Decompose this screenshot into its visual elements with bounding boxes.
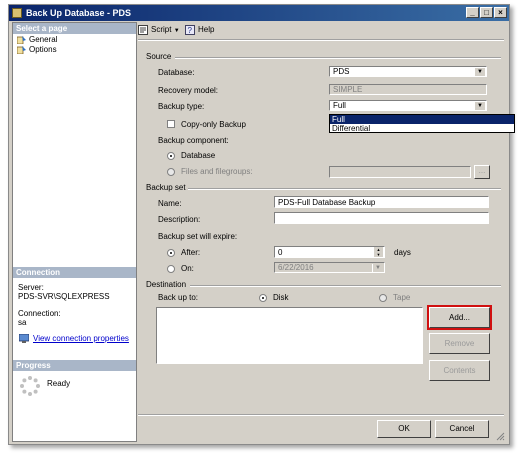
backup-type-label: Backup type: (158, 102, 205, 111)
left-pane: Select a page General Options Connection… (12, 22, 137, 442)
on-date-value: 6/22/2016 (278, 263, 314, 272)
days-unit-label: days (394, 248, 411, 257)
expire-label: Backup set will expire: (158, 232, 238, 241)
ok-button[interactable]: OK (377, 420, 431, 438)
help-button[interactable]: ? Help (185, 24, 214, 36)
destination-divider (190, 285, 501, 287)
stepper-down-icon[interactable]: ▼ (374, 252, 383, 257)
database-select[interactable]: PDS ▼ (329, 66, 487, 77)
recovery-model-field: SIMPLE (329, 84, 487, 95)
dropdown-option-full[interactable]: Full (330, 115, 514, 124)
backup-component-label: Backup component: (158, 136, 229, 145)
backup-set-section-label: Backup set (146, 183, 186, 192)
after-label: After: (181, 248, 201, 257)
remove-button[interactable]: Remove (429, 333, 490, 354)
title-bar: Back Up Database - PDS _ □ × (9, 5, 509, 21)
chevron-down-icon[interactable]: ▼ (474, 68, 485, 76)
server-label: Server: (18, 283, 44, 292)
script-icon (138, 25, 148, 35)
destination-tape-radio[interactable] (379, 294, 387, 302)
database-value: PDS (333, 67, 350, 76)
footer-divider (138, 414, 504, 416)
source-section-label: Source (146, 52, 172, 61)
minimize-button[interactable]: _ (466, 7, 479, 18)
destination-list[interactable] (156, 307, 423, 364)
component-database-radio[interactable] (167, 152, 175, 160)
recovery-model-label: Recovery model: (158, 86, 219, 95)
contents-button[interactable]: Contents (429, 360, 490, 381)
chevron-down-icon: ▼ (173, 28, 180, 34)
chevron-down-icon: ▼ (372, 264, 383, 272)
backup-set-divider (188, 188, 501, 190)
resize-grip-icon[interactable] (495, 431, 505, 441)
script-label: Script (151, 25, 172, 34)
select-page-header: Select a page (13, 23, 136, 34)
component-files-label: Files and filegroups: (181, 167, 253, 176)
name-label: Name: (158, 199, 182, 208)
database-icon (12, 8, 22, 18)
dropdown-option-differential[interactable]: Differential (330, 124, 514, 133)
recovery-model-value: SIMPLE (333, 85, 363, 94)
tape-label: Tape (393, 293, 411, 302)
page-item-label: Options (29, 45, 57, 54)
component-files-radio[interactable] (167, 168, 175, 176)
source-divider (175, 57, 501, 59)
files-filegroups-field (329, 166, 471, 178)
backup-type-value: Full (333, 101, 346, 110)
script-button[interactable]: Script ▼ (138, 24, 180, 36)
help-label: Help (198, 25, 215, 34)
svg-text:?: ? (188, 26, 193, 35)
backup-type-dropdown: Full Differential (329, 114, 515, 133)
expire-days-stepper[interactable]: 0 ▲ ▼ (274, 246, 385, 258)
backup-type-select[interactable]: Full ▼ (329, 100, 487, 111)
component-database-label: Database (181, 151, 216, 160)
destination-section-label: Destination (146, 280, 187, 289)
chevron-down-icon[interactable]: ▼ (474, 102, 485, 110)
cancel-button[interactable]: Cancel (435, 420, 489, 438)
description-input[interactable] (274, 212, 489, 224)
backup-name-input[interactable]: PDS-Full Database Backup (274, 196, 489, 208)
add-button-highlight (427, 305, 492, 330)
files-browse-button[interactable]: ... (474, 165, 490, 179)
back-up-to-label: Back up to: (158, 293, 199, 302)
window-title: Back Up Database - PDS (26, 8, 132, 18)
page-item-general[interactable]: General (15, 35, 57, 45)
connection-properties-icon (19, 334, 29, 343)
server-value: PDS-SVR\SQLEXPRESS (18, 292, 110, 301)
maximize-button[interactable]: □ (480, 7, 493, 18)
connection-header: Connection (13, 267, 136, 278)
expire-after-radio[interactable] (167, 249, 175, 257)
expire-on-radio[interactable] (167, 265, 175, 273)
connection-label: Connection: (18, 309, 61, 318)
toolbar-divider (138, 39, 504, 41)
toolbar: Script ▼ ? Help (138, 22, 518, 38)
page-icon (17, 46, 26, 54)
destination-disk-radio[interactable] (259, 294, 267, 302)
page-item-label: General (29, 35, 58, 44)
help-icon: ? (185, 25, 195, 35)
progress-status: Ready (47, 379, 71, 388)
view-connection-properties-link[interactable]: View connection properties (33, 334, 129, 343)
after-value: 0 (278, 248, 283, 257)
page-icon (17, 36, 26, 44)
close-button[interactable]: × (494, 7, 507, 18)
copy-only-checkbox[interactable] (167, 120, 175, 128)
connection-value: sa (18, 318, 27, 327)
expire-date-picker[interactable]: 6/22/2016 ▼ (274, 262, 385, 273)
disk-label: Disk (273, 293, 289, 302)
database-label: Database: (158, 68, 195, 77)
description-label: Description: (158, 215, 201, 224)
page-item-options[interactable]: Options (15, 45, 57, 55)
copy-only-label: Copy-only Backup (181, 120, 246, 129)
progress-spinner-icon (20, 376, 40, 396)
on-label: On: (181, 264, 194, 273)
progress-header: Progress (13, 360, 136, 371)
